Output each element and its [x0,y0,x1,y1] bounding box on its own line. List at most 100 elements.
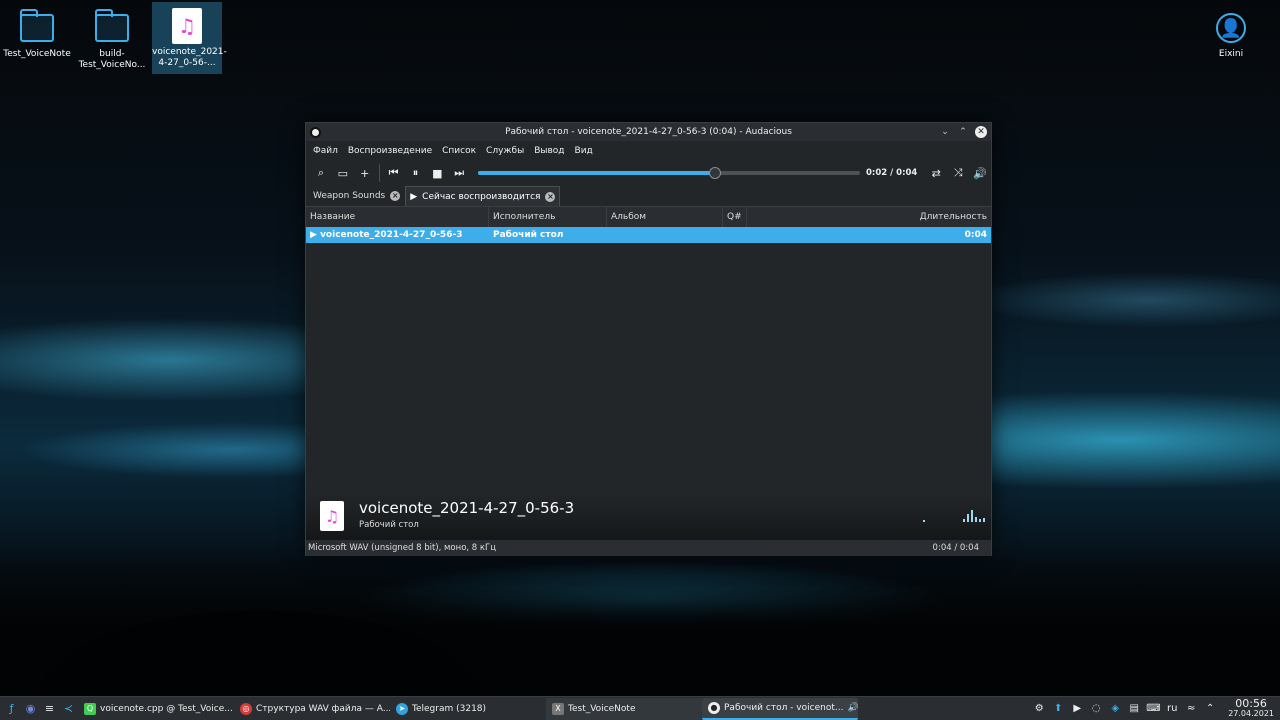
shuffle-icon: ⤨ [953,166,963,179]
desktop-icon-label: Test_VoiceNote [3,49,71,59]
qtcreator-icon: Q [84,702,96,715]
column-title[interactable]: Название [306,207,489,227]
close-tab-icon[interactable]: × [545,191,556,202]
x11-app-icon: X [552,702,564,715]
fedora-icon: ƒ [9,702,14,715]
task-label: voicenote.cpp @ Test_Voice... [100,703,233,714]
playlist-header: Название Исполнитель Альбом Q# Длительно… [306,207,991,227]
menu-output[interactable]: Вывод [530,146,570,156]
close-button[interactable]: ✕ [975,126,987,138]
clipboard-icon[interactable]: ▤ [1127,703,1141,714]
app-launcher-button[interactable]: ƒ [2,699,21,719]
window-titlebar[interactable]: Рабочий стол - voicenote_2021-4-27_0-56-… [306,123,991,141]
open-files-button[interactable]: ▭ [332,162,354,184]
system-tray: ⚙ ⬆ ▶ ◌ ◈ ▤ ⌨ ru ≈ ⌃ 00:56 27.04.2021 [1032,696,1280,719]
previous-button[interactable]: ⏮ [383,162,405,184]
task-qtcreator[interactable]: Q voicenote.cpp @ Test_Voice... [78,698,234,720]
toolbar-separator [378,164,380,182]
toolbar: ⌕ ▭ + ⏮ ⏸ ■ ⏭ 0:02 / 0:04 ⇄ ⤨ 🔊 [306,160,991,186]
desktop-icon-label: Eixini [1218,49,1244,59]
menu-view[interactable]: Вид [571,146,599,156]
menu-playlist[interactable]: Список [438,146,482,156]
desktop-icon-voicenote-file[interactable]: ♫ voicenote_2021-4-27_0-56-... [152,2,227,74]
tab-weapon-sounds[interactable]: Weapon Sounds × [308,186,405,206]
browser-icon: ◎ [240,702,252,715]
task-audacious[interactable]: ● Рабочий стол - voicenot... 🔊 [702,697,858,720]
maximize-button[interactable]: ⌃ [957,126,969,138]
task-browser[interactable]: ◎ Структура WAV файла — A... [234,698,390,720]
info-title: voicenote_2021-4-27_0-56-3 [359,499,575,517]
terminal-icon: ≡ [44,702,55,715]
seek-progress [478,171,715,175]
volume-button[interactable]: 🔊 [969,162,991,184]
menu-playback[interactable]: Воспроизведение [344,146,438,156]
terminal-launcher[interactable]: ≡ [40,699,59,719]
vscode-launcher[interactable]: ≺ [59,699,78,719]
repeat-button[interactable]: ⇄ [925,162,947,184]
devices-icon[interactable]: ◌ [1089,703,1103,714]
task-test-voicenote[interactable]: X Test_VoiceNote [546,697,702,720]
playback-time: 0:02 / 0:04 [866,168,918,178]
clock[interactable]: 00:56 27.04.2021 [1222,696,1274,719]
user-avatar-icon: 👤 [1213,10,1249,46]
discover-icon[interactable]: ◈ [1108,703,1122,714]
column-artist[interactable]: Исполнитель [489,207,607,227]
info-artist: Рабочий стол [359,520,419,530]
desktop-icon-label: build-Test_VoiceNo... [78,49,146,70]
tab-label: Сейчас воспроизводится [422,191,541,202]
search-button[interactable]: ⌕ [310,162,332,184]
table-row[interactable]: ▶ voicenote_2021-4-27_0-56-3 Рабочий сто… [306,227,991,243]
task-telegram[interactable]: ➤ Telegram (3218) [390,698,546,720]
visualizer [923,510,985,522]
next-button[interactable]: ⏭ [448,162,470,184]
vscode-icon: ≺ [63,702,74,715]
seek-handle[interactable] [708,167,721,179]
menubar: Файл Воспроизведение Список Службы Вывод… [306,141,991,160]
search-icon: ⌕ [317,166,325,179]
status-bar: Microsoft WAV (unsigned 8 bit), моно, 8 … [306,540,991,556]
shuffle-button[interactable]: ⤨ [947,162,969,184]
desktop-icon-build[interactable]: build-Test_VoiceNo... [77,4,147,71]
media-player-icon[interactable]: ▶ [1070,703,1084,714]
row-title: voicenote_2021-4-27_0-56-3 [320,230,463,240]
discord-launcher[interactable]: ◉ [21,699,40,719]
status-format: Microsoft WAV (unsigned 8 bit), моно, 8 … [308,543,497,553]
notifications-icon[interactable]: ⚙ [1032,703,1046,714]
updates-icon[interactable]: ⬆ [1051,703,1065,714]
close-tab-icon[interactable]: × [390,191,401,201]
menu-file[interactable]: Файл [309,146,344,156]
row-length: 0:04 [964,230,987,240]
stop-icon: ■ [432,166,443,180]
skip-back-icon: ⏮ [388,166,399,179]
playlist-area[interactable] [306,243,991,492]
task-label: Структура WAV файла — A... [256,703,390,714]
audacious-icon: ● [708,701,720,714]
seek-slider[interactable] [478,167,861,179]
folder-open-icon: ▭ [337,166,349,180]
layout-indicator[interactable]: ru [1165,703,1179,714]
minimize-button[interactable]: ⌄ [939,126,951,138]
tab-label: Weapon Sounds [313,191,386,201]
column-length[interactable]: Длительность [747,207,991,227]
row-artist: Рабочий стол [493,230,564,240]
audacious-window: Рабочий стол - voicenote_2021-4-27_0-56-… [305,122,992,556]
menu-services[interactable]: Службы [482,146,530,156]
column-queue[interactable]: Q# [723,207,747,227]
clock-time: 00:56 [1235,696,1267,710]
desktop-icon-test-voicenote[interactable]: Test_VoiceNote [2,4,72,60]
tray-expand-icon[interactable]: ⌃ [1203,703,1217,714]
tab-now-playing[interactable]: ▶ Сейчас воспроизводится × [405,186,561,206]
column-album[interactable]: Альбом [607,207,723,227]
wifi-icon[interactable]: ≈ [1184,703,1198,714]
audio-playing-icon[interactable]: 🔊 [847,703,858,713]
desktop-icon-user[interactable]: 👤 Eixini [1196,4,1266,60]
now-playing-icon: ▶ [310,230,321,240]
status-time: 0:04 / 0:04 [932,543,979,553]
add-files-button[interactable]: + [354,162,376,184]
album-art-icon: ♫ [320,501,344,531]
window-title: Рабочий стол - voicenote_2021-4-27_0-56-… [505,127,792,137]
pause-button[interactable]: ⏸ [405,162,427,184]
telegram-icon: ➤ [396,702,408,715]
stop-button[interactable]: ■ [426,162,448,184]
keyboard-icon[interactable]: ⌨ [1146,703,1160,714]
